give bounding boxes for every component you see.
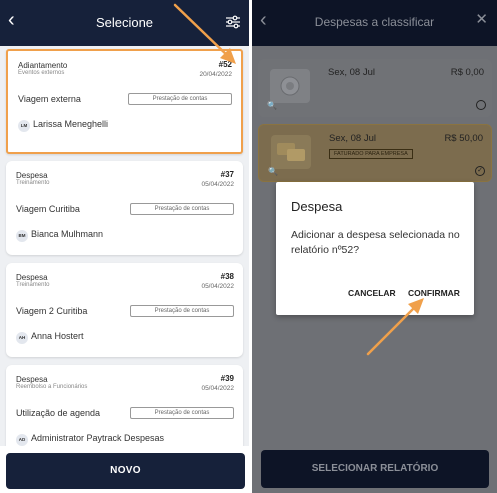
- page-title: Selecione: [95, 15, 154, 30]
- chat-icon: [277, 143, 305, 161]
- report-category: Eventos externos: [18, 70, 65, 76]
- status-badge: Prestação de contas: [130, 305, 234, 317]
- top-bar: ‹ Selecione: [0, 0, 249, 46]
- receipt-icon: [280, 76, 300, 96]
- check-icon[interactable]: ✓: [475, 166, 485, 176]
- report-category: Reembolso a Funcionários: [16, 384, 88, 390]
- avatar: BM: [16, 230, 28, 242]
- receipt-thumbnail: [270, 69, 310, 103]
- report-number: #37: [220, 170, 234, 179]
- confirm-button[interactable]: CONFIRMAR: [408, 288, 460, 298]
- report-number: #38: [220, 272, 234, 281]
- avatar: AH: [16, 332, 28, 344]
- page-title: Despesas a classificar: [314, 15, 435, 29]
- select-report-screen: ‹ Selecione Adiantamento Eventos externo…: [0, 0, 249, 493]
- report-date: 05/04/2022: [201, 181, 234, 188]
- screenshot-root: ‹ Selecione Adiantamento Eventos externo…: [0, 0, 497, 493]
- status-badge: Prestação de contas: [130, 407, 234, 419]
- report-title: Viagem externa: [18, 94, 81, 104]
- close-icon[interactable]: ✕: [475, 12, 488, 27]
- dialog-title: Despesa: [291, 199, 343, 214]
- report-date: 05/04/2022: [201, 283, 234, 290]
- expense-value: R$ 50,00: [444, 133, 483, 144]
- filter-icon[interactable]: [225, 14, 241, 30]
- select-report-button[interactable]: SELECIONAR RELATÓRIO: [261, 450, 489, 488]
- bottom-bar: NOVO: [0, 446, 249, 493]
- report-number: #52: [218, 60, 232, 69]
- report-category: Treinamento: [16, 180, 50, 186]
- report-owner: Administrator Paytrack Despesas: [31, 433, 165, 443]
- expense-date: Sex, 08 Jul: [329, 133, 376, 144]
- report-owner: Anna Hostert: [31, 331, 84, 341]
- report-type: Despesa: [16, 273, 48, 282]
- zoom-icon[interactable]: 🔍: [267, 101, 277, 110]
- expenses-to-classify-screen: ‹ Despesas a classificar ✕ 🔍 Sex, 08 Jul…: [252, 0, 497, 493]
- zoom-icon[interactable]: 🔍: [268, 167, 278, 176]
- report-type: Despesa: [16, 375, 48, 384]
- status-badge: Prestação de contas: [128, 93, 232, 105]
- confirm-dialog: Despesa Adicionar a despesa selecionada …: [276, 182, 474, 315]
- report-title: Viagem 2 Curitiba: [16, 306, 88, 316]
- expense-date: Sex, 08 Jul: [328, 67, 375, 78]
- report-type: Adiantamento: [18, 61, 68, 70]
- radio-icon[interactable]: [476, 100, 486, 110]
- expense-item[interactable]: 🔍 Sex, 08 Jul R$ 0,00: [258, 59, 492, 117]
- report-type: Despesa: [16, 171, 48, 180]
- report-category: Treinamento: [16, 282, 50, 288]
- receipt-thumbnail: [271, 135, 311, 169]
- billing-tag: FATURADO PARA EMPRESA: [329, 149, 413, 159]
- new-report-button[interactable]: NOVO: [6, 453, 245, 489]
- dialog-message: Adicionar a despesa selecionada no relat…: [291, 229, 460, 256]
- expense-value: R$ 0,00: [450, 67, 484, 78]
- report-title: Viagem Curitiba: [16, 204, 80, 214]
- expense-item[interactable]: 🔍 Sex, 08 Jul R$ 50,00 FATURADO PARA EMP…: [258, 124, 492, 182]
- status-badge: Prestação de contas: [130, 203, 234, 215]
- report-title: Utilização de agenda: [16, 408, 101, 418]
- report-card[interactable]: Despesa Reembolso a Funcionários #39 05/…: [6, 365, 243, 446]
- report-date: 05/04/2022: [201, 385, 234, 392]
- report-date: 20/04/2022: [199, 71, 232, 78]
- avatar: LM: [18, 120, 30, 132]
- report-card[interactable]: Despesa Treinamento #37 05/04/2022 Viage…: [6, 161, 243, 255]
- bottom-bar: SELECIONAR RELATÓRIO: [252, 446, 497, 493]
- report-number: #39: [220, 374, 234, 383]
- report-card[interactable]: Adiantamento Eventos externos #52 20/04/…: [6, 49, 243, 154]
- avatar: AD: [16, 434, 28, 446]
- report-list[interactable]: Adiantamento Eventos externos #52 20/04/…: [0, 46, 249, 446]
- cancel-button[interactable]: CANCELAR: [348, 288, 396, 298]
- report-owner: Bianca Mulhmann: [31, 229, 104, 239]
- top-bar: ‹ Despesas a classificar ✕: [252, 0, 497, 46]
- report-owner: Larissa Meneghelli: [33, 119, 109, 129]
- report-card[interactable]: Despesa Treinamento #38 05/04/2022 Viage…: [6, 263, 243, 357]
